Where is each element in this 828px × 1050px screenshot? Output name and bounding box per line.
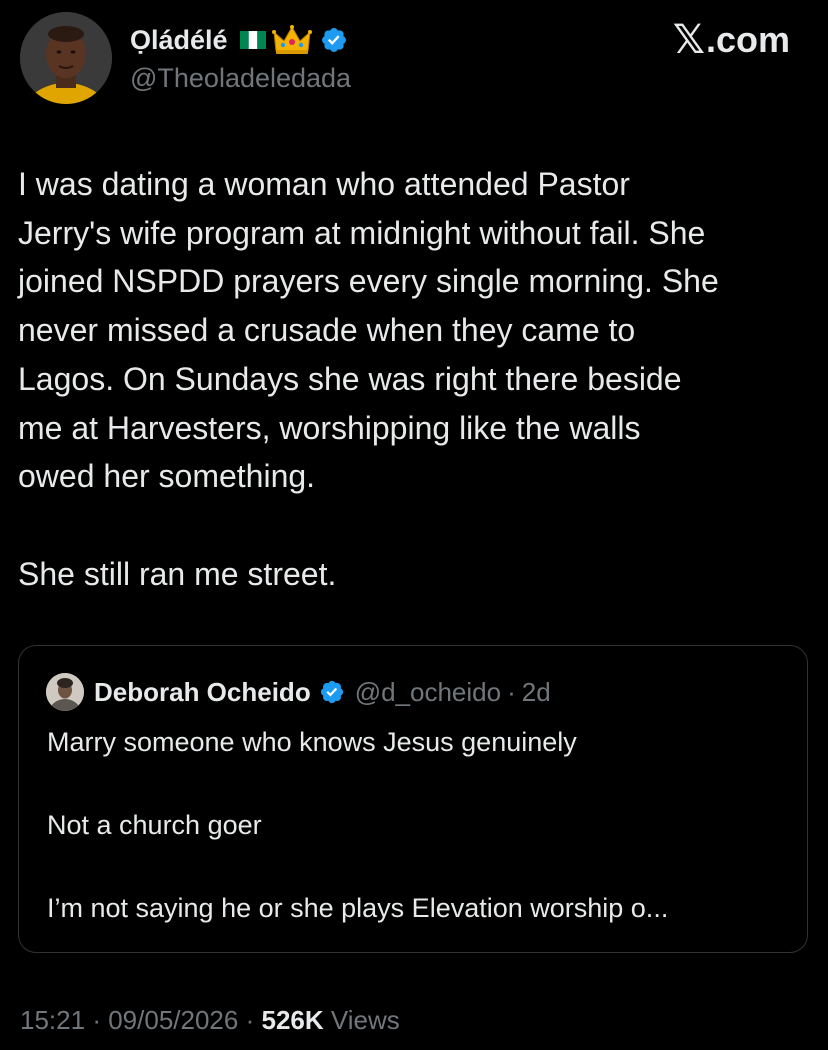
separator-dot: ·	[245, 1005, 255, 1035]
quoted-tweet-line: I’m not saying he or she plays Elevation…	[47, 893, 669, 923]
quoted-tweet-card[interactable]: Deborah Ocheido @d_ocheido · 2d Marry so…	[18, 645, 808, 953]
quoted-author-handle[interactable]: @d_ocheido	[355, 677, 501, 708]
tweet-time[interactable]: 15:21	[20, 1005, 85, 1035]
quoted-tweet-time[interactable]: 2d	[522, 677, 551, 708]
views-label: Views	[330, 1005, 400, 1035]
crown-icon	[271, 25, 312, 54]
author-name-row: Ọládélé	[130, 20, 348, 60]
tweet-date[interactable]: 09/05/2026	[108, 1005, 238, 1035]
quoted-author-avatar[interactable]	[46, 673, 84, 711]
quoted-tweet-header: Deborah Ocheido @d_ocheido · 2d	[46, 672, 551, 712]
separator-dot: ·	[507, 676, 516, 707]
nigeria-flag-icon	[239, 31, 266, 49]
brand-logo: 𝕏 .com	[673, 20, 790, 60]
quoted-author-name[interactable]: Deborah Ocheido	[94, 677, 311, 708]
tweet-paragraph: She still ran me street.	[18, 555, 337, 592]
tweet-meta: 15:21 · 09/05/2026 · 526K Views	[20, 1005, 400, 1036]
quoted-tweet-line: Marry someone who knows Jesus genuinely	[47, 727, 577, 757]
author-name[interactable]: Ọládélé	[130, 26, 228, 54]
quoted-tweet-line: Not a church goer	[47, 810, 262, 840]
separator-dot: ·	[92, 1005, 101, 1035]
x-logo-icon: 𝕏	[672, 17, 705, 63]
views-count[interactable]: 526K	[262, 1005, 324, 1035]
author-handle[interactable]: @Theoladeledada	[130, 62, 351, 94]
tweet-text: I was dating a woman who attended Pastor…	[18, 160, 808, 598]
brand-domain: .com	[705, 19, 790, 60]
tweet-paragraph: I was dating a woman who attended Pastor…	[18, 166, 719, 495]
verified-badge-icon	[321, 28, 346, 52]
author-avatar[interactable]	[20, 12, 112, 104]
verified-badge-icon	[320, 680, 343, 704]
